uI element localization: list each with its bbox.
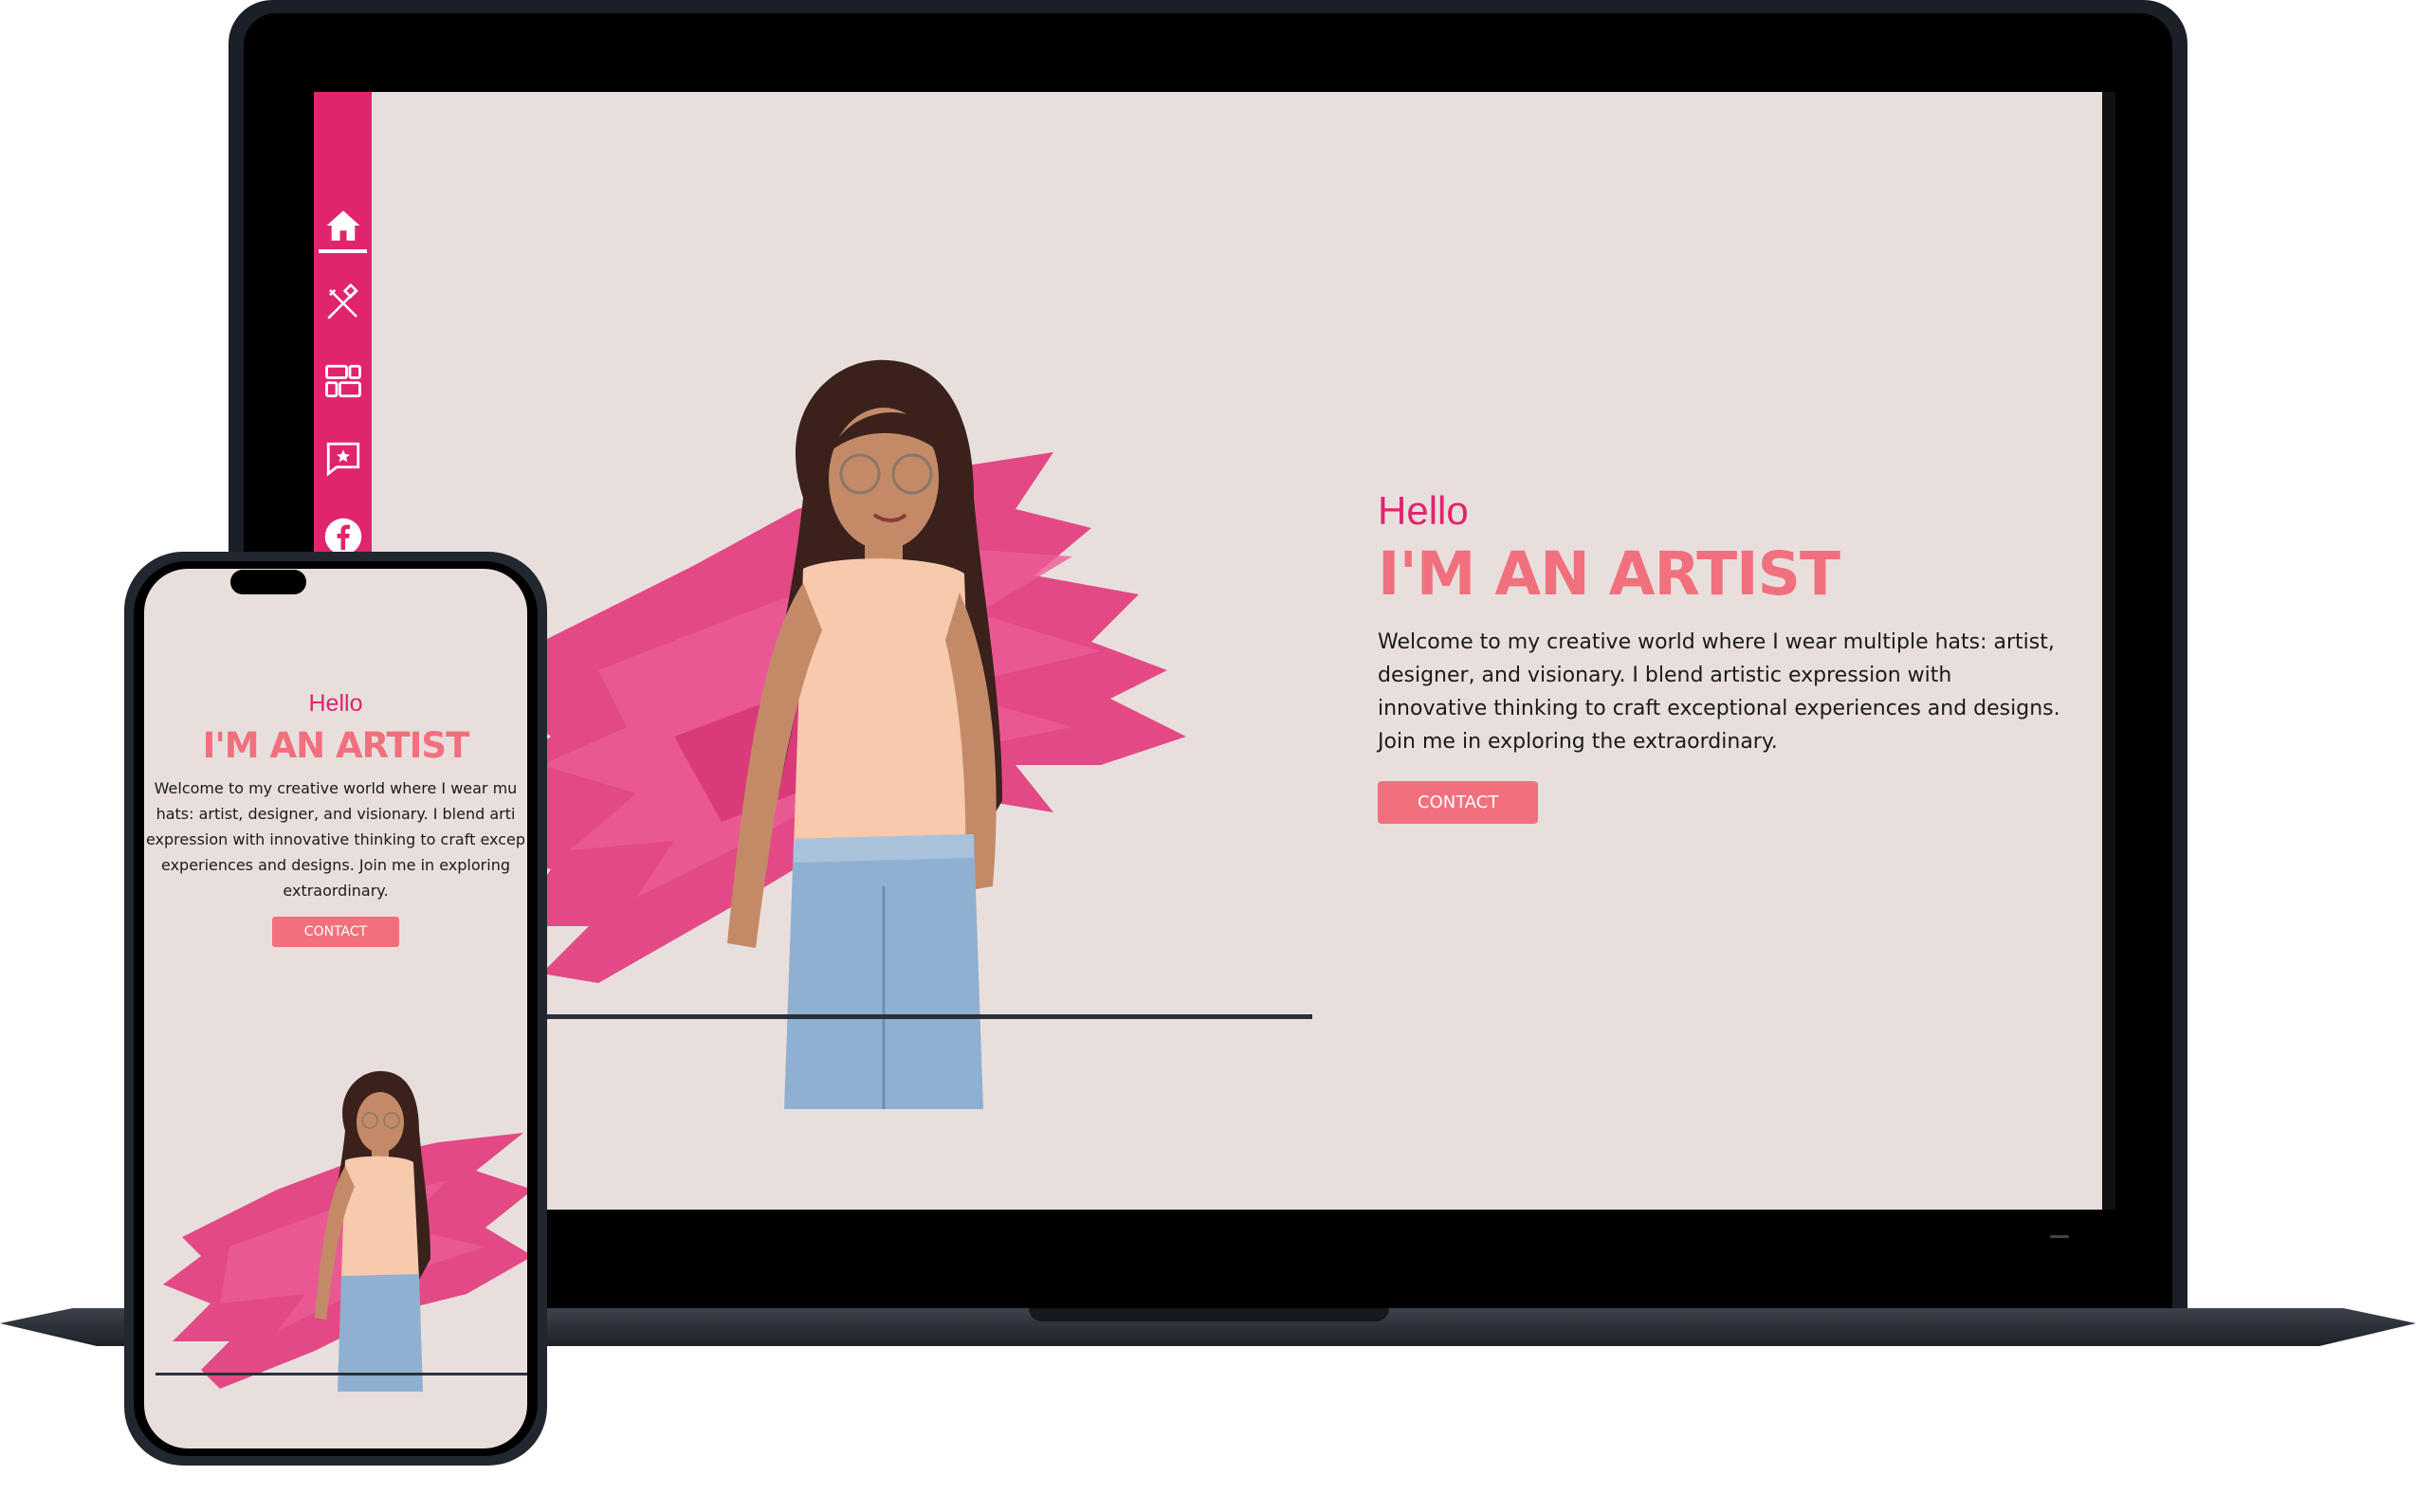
home-icon — [326, 210, 359, 241]
hero-description: Welcome to my creative world where I wea… — [1378, 630, 2060, 754]
mobile-hero-greeting: Hello — [308, 690, 363, 717]
screen-edge — [2102, 92, 2115, 1210]
mobile-hero-description: Welcome to my creative world where I wea… — [145, 779, 525, 900]
sidebar-item-home[interactable] — [314, 187, 372, 264]
mobile-screen: Hello I'M AN ARTIST Welcome to my creati… — [144, 569, 527, 1448]
mobile-ground-line — [156, 1373, 527, 1375]
phone-notch — [230, 570, 306, 594]
facebook-icon — [324, 518, 361, 556]
mobile-hero-headline: I'M AN ARTIST — [202, 725, 470, 766]
hero-content: Hello I'M AN ARTIST Welcome to my creati… — [1378, 488, 2060, 824]
desktop-screen: Hello I'M AN ARTIST Welcome to my creati… — [314, 92, 2102, 1210]
contact-button[interactable]: CONTACT — [1378, 781, 1539, 824]
star-chat-icon — [326, 442, 359, 477]
tools-icon — [326, 283, 358, 319]
laptop-indicator — [2050, 1235, 2069, 1238]
hero-greeting: Hello — [1378, 488, 1469, 533]
mobile-contact-button[interactable]: CONTACT — [271, 917, 400, 947]
sidebar-item-portfolio[interactable] — [314, 342, 372, 420]
mobile-hero-content: Hello I'M AN ARTIST Welcome to my creati… — [144, 690, 527, 947]
mobile-artist-portrait — [315, 1070, 430, 1392]
grid-icon — [324, 364, 361, 398]
sidebar-item-testimonials[interactable] — [314, 420, 372, 498]
laptop-base-notch — [1029, 1308, 1389, 1321]
sidebar-item-tools[interactable] — [314, 264, 372, 342]
artist-portrait — [727, 359, 1002, 1109]
hero-headline: I'M AN ARTIST — [1378, 539, 1840, 609]
